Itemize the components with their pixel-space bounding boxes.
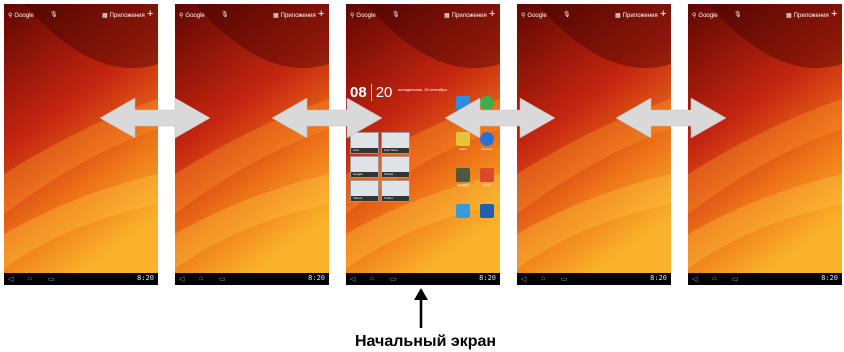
swipe-arrow-icon	[444, 97, 556, 139]
swipe-arrow-icon	[615, 97, 727, 139]
pointer-arrow-icon	[414, 288, 428, 328]
arrows-overlay	[99, 97, 727, 328]
swipe-arrow-icon	[271, 97, 383, 139]
home-screen-caption: Начальный экран	[355, 333, 497, 350]
swipe-arrow-icon	[99, 97, 211, 139]
